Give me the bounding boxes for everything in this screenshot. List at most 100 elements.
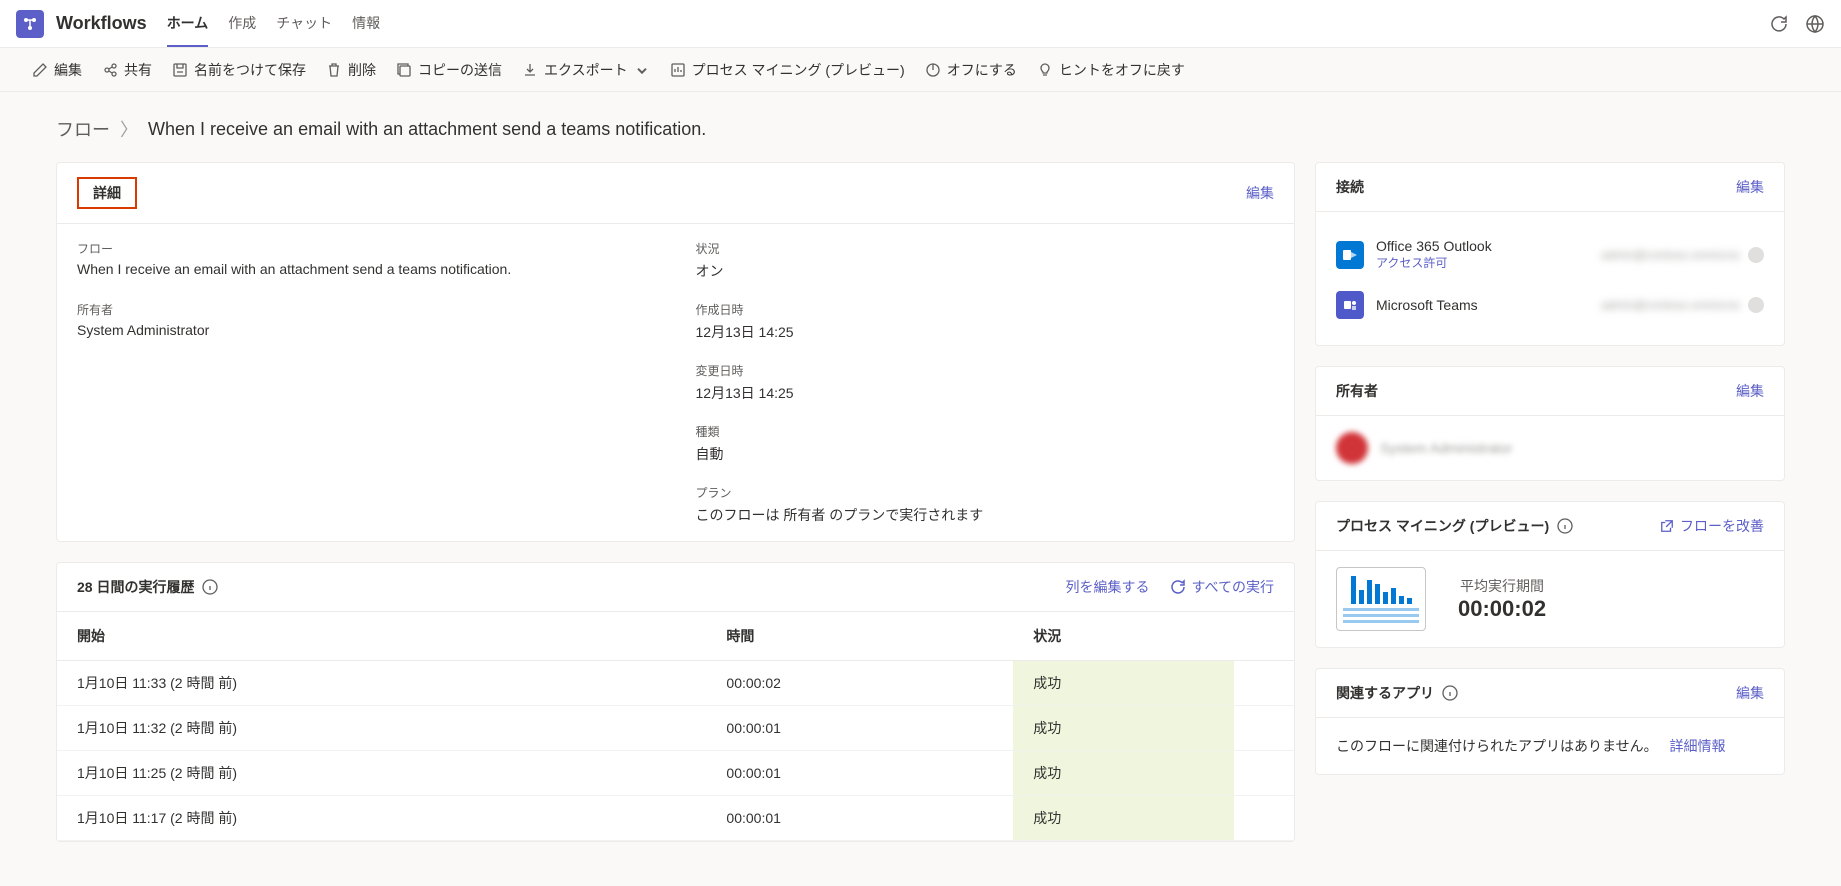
globe-icon[interactable]	[1805, 14, 1825, 34]
edit-columns-link[interactable]: 列を編集する	[1066, 577, 1150, 597]
detail-status: 状況 オン	[696, 240, 1275, 281]
related-apps-message: このフローに関連付けられたアプリはありません。	[1336, 738, 1658, 754]
share-button[interactable]: 共有	[102, 60, 152, 80]
col-status[interactable]: 状況	[1013, 612, 1234, 661]
info-icon[interactable]	[1442, 685, 1458, 701]
tab-home[interactable]: ホーム	[167, 1, 209, 47]
hints-reset-button[interactable]: ヒントをオフに戻す	[1037, 60, 1185, 80]
type-value: 自動	[696, 444, 1275, 464]
modified-value: 12月13日 14:25	[696, 383, 1275, 403]
detail-owner: 所有者 System Administrator	[77, 301, 656, 342]
history-actions: 列を編集する すべての実行	[1066, 577, 1274, 597]
cell-duration: 00:00:02	[706, 661, 1013, 706]
status-value: オン	[696, 261, 1275, 281]
cell-empty	[1234, 796, 1294, 841]
refresh-icon[interactable]	[1769, 14, 1789, 34]
table-row[interactable]: 1月10日 11:32 (2 時間 前) 00:00:01 成功	[57, 706, 1294, 751]
connections-card: 接続 編集 Office 365 Outlook アクセス許可 admin@c	[1315, 162, 1785, 346]
connection-account: admin@contoso.onmicros	[1601, 298, 1740, 312]
app-header: Workflows ホーム 作成 チャット 情報	[0, 0, 1841, 48]
content-area: フロー 〉 When I receive an email with an at…	[0, 92, 1841, 886]
plan-value: このフローは 所有者 のプランで実行されます	[696, 505, 1275, 525]
tab-chat[interactable]: チャット	[276, 1, 332, 47]
col-duration[interactable]: 時間	[706, 612, 1013, 661]
pm-body: 平均実行期間 00:00:02	[1316, 551, 1784, 647]
owner-name: System Administrator	[1380, 440, 1512, 456]
hints-reset-label: ヒントをオフに戻す	[1059, 60, 1185, 80]
connection-sub[interactable]: アクセス許可	[1376, 254, 1589, 271]
delete-button[interactable]: 削除	[326, 60, 376, 80]
info-icon[interactable]	[1557, 518, 1573, 534]
analytics-icon	[1336, 567, 1426, 631]
details-card: 詳細 編集 フロー When I receive an email with a…	[56, 162, 1295, 542]
run-history-card: 28 日間の実行履歴 列を編集する すべての実行 開始	[56, 562, 1295, 842]
connections-title: 接続	[1336, 177, 1364, 197]
owner-value: System Administrator	[77, 322, 656, 338]
connection-right: admin@contoso.onmicros	[1601, 247, 1764, 263]
plan-label: プラン	[696, 484, 1275, 501]
owners-card: 所有者 編集 System Administrator	[1315, 366, 1785, 481]
related-apps-link[interactable]: 詳細情報	[1669, 738, 1725, 754]
turn-off-label: オフにする	[947, 60, 1017, 80]
process-mining-card: プロセス マイニング (プレビュー) フローを改善	[1315, 501, 1785, 648]
header-right	[1769, 14, 1825, 34]
related-apps-edit-link[interactable]: 編集	[1736, 683, 1764, 703]
related-apps-header: 関連するアプリ 編集	[1316, 669, 1784, 718]
details-body: フロー When I receive an email with an atta…	[57, 224, 1294, 541]
related-apps-title: 関連するアプリ	[1336, 683, 1434, 703]
detail-plan: プラン このフローは 所有者 のプランで実行されます	[696, 484, 1275, 525]
related-apps-body: このフローに関連付けられたアプリはありません。 詳細情報	[1316, 718, 1784, 774]
connection-account: admin@contoso.onmicros	[1601, 248, 1740, 262]
related-apps-card: 関連するアプリ 編集 このフローに関連付けられたアプリはありません。 詳細情報	[1315, 668, 1785, 775]
details-edit-link[interactable]: 編集	[1246, 183, 1274, 203]
owner-avatar	[1336, 432, 1368, 464]
detail-modified: 変更日時 12月13日 14:25	[696, 362, 1275, 403]
export-button[interactable]: エクスポート	[522, 60, 650, 80]
col-start[interactable]: 開始	[57, 612, 706, 661]
process-mining-label: プロセス マイニング (プレビュー)	[692, 60, 905, 80]
cell-status: 成功	[1013, 751, 1234, 796]
detail-type: 種類 自動	[696, 423, 1275, 464]
tab-info[interactable]: 情報	[352, 1, 380, 47]
status-dot	[1748, 297, 1764, 313]
pm-title-wrap: プロセス マイニング (プレビュー)	[1336, 516, 1573, 536]
table-row[interactable]: 1月10日 11:17 (2 時間 前) 00:00:01 成功	[57, 796, 1294, 841]
outlook-icon	[1336, 241, 1364, 269]
share-label: 共有	[124, 60, 152, 80]
info-icon[interactable]	[202, 579, 218, 595]
connection-name: Microsoft Teams	[1376, 297, 1589, 313]
related-apps-title-wrap: 関連するアプリ	[1336, 683, 1458, 703]
all-runs-link[interactable]: すべての実行	[1170, 577, 1274, 597]
improve-flow-link[interactable]: フローを改善	[1660, 516, 1764, 536]
connection-row-teams[interactable]: Microsoft Teams admin@contoso.onmicros	[1336, 281, 1764, 329]
turn-off-button[interactable]: オフにする	[925, 60, 1017, 80]
tab-create[interactable]: 作成	[228, 1, 256, 47]
owner-row[interactable]: System Administrator	[1336, 432, 1764, 464]
modified-label: 変更日時	[696, 362, 1275, 379]
save-as-button[interactable]: 名前をつけて保存	[172, 60, 306, 80]
process-mining-button[interactable]: プロセス マイニング (プレビュー)	[670, 60, 905, 80]
cell-status: 成功	[1013, 796, 1234, 841]
history-title: 28 日間の実行履歴	[77, 577, 194, 597]
owners-body: System Administrator	[1316, 416, 1784, 480]
cell-duration: 00:00:01	[706, 796, 1013, 841]
table-row[interactable]: 1月10日 11:25 (2 時間 前) 00:00:01 成功	[57, 751, 1294, 796]
send-copy-button[interactable]: コピーの送信	[396, 60, 502, 80]
connections-body: Office 365 Outlook アクセス許可 admin@contoso.…	[1316, 212, 1784, 345]
app-title: Workflows	[56, 13, 147, 34]
connections-edit-link[interactable]: 編集	[1736, 177, 1764, 197]
details-card-header: 詳細 編集	[57, 163, 1294, 224]
owners-header: 所有者 編集	[1316, 367, 1784, 416]
owners-edit-link[interactable]: 編集	[1736, 381, 1764, 401]
created-label: 作成日時	[696, 301, 1275, 318]
cell-status: 成功	[1013, 661, 1234, 706]
cell-status: 成功	[1013, 706, 1234, 751]
connection-row-outlook[interactable]: Office 365 Outlook アクセス許可 admin@contoso.…	[1336, 228, 1764, 281]
breadcrumb-root[interactable]: フロー	[56, 116, 110, 142]
flow-value: When I receive an email with an attachme…	[77, 261, 656, 277]
table-row[interactable]: 1月10日 11:33 (2 時間 前) 00:00:02 成功	[57, 661, 1294, 706]
owner-label: 所有者	[77, 301, 656, 318]
flow-label: フロー	[77, 240, 656, 257]
edit-button[interactable]: 編集	[32, 60, 82, 80]
cell-duration: 00:00:01	[706, 751, 1013, 796]
